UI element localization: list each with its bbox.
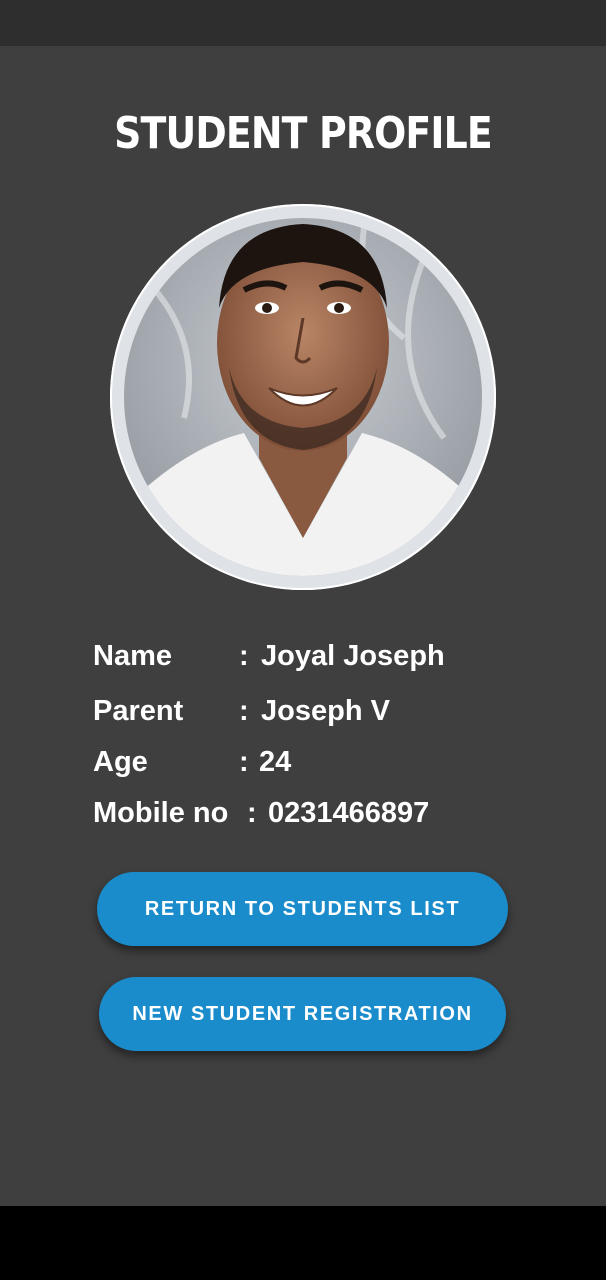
age-label: Age xyxy=(93,746,148,778)
page-title: STUDENT PROFILE xyxy=(114,108,493,159)
age-separator: : xyxy=(239,746,249,778)
navigation-bar xyxy=(0,1206,606,1280)
return-to-students-list-button[interactable]: RETURN TO STUDENTS LIST xyxy=(97,872,508,946)
age-value: 24 xyxy=(259,746,292,778)
profile-photo xyxy=(124,218,482,576)
status-bar xyxy=(0,0,606,46)
avatar xyxy=(110,204,496,590)
name-label: Name xyxy=(93,640,172,672)
mobile-separator: : xyxy=(247,797,257,829)
parent-label: Parent xyxy=(93,695,184,727)
mobile-label: Mobile no xyxy=(93,797,229,829)
name-separator: : xyxy=(239,640,249,672)
new-student-registration-button[interactable]: NEW STUDENT REGISTRATION xyxy=(99,977,506,1051)
name-value: Joyal Joseph xyxy=(261,640,445,672)
mobile-value: 0231466897 xyxy=(268,797,430,829)
parent-value: Joseph V xyxy=(261,695,390,727)
parent-separator: : xyxy=(239,695,249,727)
